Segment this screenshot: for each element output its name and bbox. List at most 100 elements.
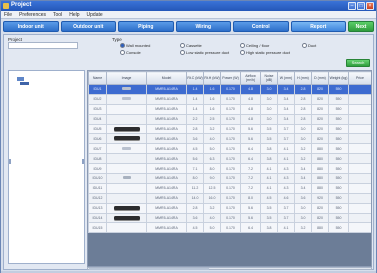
column-header[interactable]: Weight (kg) bbox=[328, 71, 349, 85]
tab-control[interactable]: Control bbox=[233, 21, 289, 32]
table-row[interactable]: IDU4 MMR5-A14RA 2.2 2.5 0.170 4.8 3.0 3.4 2.8 820… bbox=[88, 113, 371, 125]
table-cell: 1.6 bbox=[203, 84, 221, 95]
project-field[interactable] bbox=[8, 42, 78, 49]
table-cell: 0.170 bbox=[220, 222, 241, 234]
table-cell: 7.2 bbox=[240, 182, 261, 194]
table-row[interactable]: IDU11 MMR5-A14RA 11.2 12.5 0.170 7.2 4.1 4.3 3.4… bbox=[88, 182, 371, 194]
table-cell: 4.3 bbox=[277, 163, 295, 175]
tab-outdoor-unit[interactable]: Outdoor unit bbox=[60, 21, 116, 32]
table-cell: 550 bbox=[328, 163, 349, 175]
menu-preferences[interactable]: Preferences bbox=[19, 12, 46, 18]
unit-table: Name Image Model Rt.C (kW) Rt.H (kW) Power (W… bbox=[88, 71, 371, 234]
unit-image-icon bbox=[113, 136, 140, 141]
table-cell: 3.4 bbox=[277, 93, 295, 105]
tab-wiring[interactable]: Wiring bbox=[175, 21, 231, 32]
column-header[interactable]: D (mm) bbox=[311, 71, 329, 85]
unit-image-cell bbox=[106, 222, 147, 234]
project-tree[interactable] bbox=[8, 70, 85, 264]
table-cell: 3.0 bbox=[294, 202, 312, 214]
table-cell: 5.6 bbox=[240, 212, 261, 224]
table-row[interactable]: IDU13 MMR5-A14RA 2.8 3.2 0.170 5.6 3.5 3.7 3.0 82… bbox=[88, 202, 371, 214]
column-header[interactable]: Price bbox=[348, 71, 371, 85]
table-cell: 550 bbox=[328, 202, 349, 214]
table-row[interactable]: IDU12 MMR5-A14RA 14.0 16.0 0.170 8.0 4.5 4.6 3.6… bbox=[88, 192, 371, 204]
maximize-icon[interactable]: □ bbox=[357, 2, 365, 10]
table-row[interactable]: IDU2 MMR5-A14RA 1.4 1.6 0.170 4.8 3.0 3.4 2.8 820… bbox=[88, 93, 371, 105]
collapse-right-handle[interactable] bbox=[82, 159, 84, 164]
tab-indoor-unit[interactable]: Indoor unit bbox=[3, 21, 59, 32]
column-header[interactable]: Power (W) bbox=[220, 71, 241, 85]
column-header[interactable]: Model bbox=[146, 71, 187, 85]
tab-piping[interactable]: Piping bbox=[118, 21, 174, 32]
menu-file[interactable]: File bbox=[4, 12, 12, 18]
radio-cassette[interactable]: Cassette bbox=[180, 43, 202, 48]
system-icon[interactable] bbox=[17, 77, 33, 87]
table-cell: IDU14 bbox=[88, 212, 107, 224]
radio-low-static-duct[interactable]: Low static pressure duct bbox=[180, 50, 229, 55]
table-cell: 1.4 bbox=[186, 84, 204, 95]
table-row[interactable]: IDU6 MMR5-A14RA 3.6 4.0 0.170 5.6 3.5 3.7 3.0 820… bbox=[88, 133, 371, 145]
menu-update[interactable]: Update bbox=[87, 12, 103, 18]
next-button[interactable]: Next bbox=[348, 21, 374, 32]
unit-image-cell bbox=[106, 212, 147, 224]
table-row[interactable]: IDU3 MMR5-A14RA 1.4 1.6 0.170 4.8 3.0 3.4 2.8 820… bbox=[88, 103, 371, 115]
unit-image-cell bbox=[106, 113, 147, 125]
table-cell: MMR5-A14RA bbox=[146, 192, 187, 204]
table-cell: 4.0 bbox=[203, 133, 221, 145]
table-cell: 3.2 bbox=[294, 143, 312, 155]
column-header[interactable]: Name bbox=[88, 71, 107, 85]
column-header[interactable]: Noise (dB) bbox=[260, 71, 278, 85]
table-row[interactable]: IDU8 MMR5-A14RA 5.6 6.3 0.170 6.4 3.8 4.1 3.2 880… bbox=[88, 153, 371, 165]
unit-image-icon bbox=[122, 176, 131, 180]
table-row[interactable]: IDU1 MMR5-A14RA 1.4 1.6 0.170 4.8 3.0 3.4 2.8 820… bbox=[88, 84, 371, 95]
radio-console[interactable]: Console bbox=[120, 50, 141, 55]
table-cell: 820 bbox=[311, 93, 329, 105]
search-button[interactable]: Search bbox=[346, 59, 370, 67]
table-cell bbox=[348, 192, 371, 204]
unit-image-icon bbox=[113, 205, 140, 210]
table-cell: 3.7 bbox=[277, 133, 295, 145]
type-filter: Type Wall mounted Cassette Ceiling / flo… bbox=[112, 37, 372, 67]
table-row[interactable]: IDU9 MMR5-A14RA 7.1 8.0 0.170 7.2 4.1 4.3 3.4 880… bbox=[88, 163, 371, 175]
table-cell: 550 bbox=[328, 143, 349, 155]
radio-wall-mounted[interactable]: Wall mounted bbox=[120, 43, 150, 48]
unit-table-container: Name Image Model Rt.C (kW) Rt.H (kW) Power (W… bbox=[87, 70, 372, 267]
column-header[interactable]: W (mm) bbox=[277, 71, 295, 85]
table-cell: 3.5 bbox=[260, 202, 278, 214]
table-cell: IDU12 bbox=[88, 192, 107, 204]
column-header[interactable]: Image bbox=[106, 71, 147, 85]
menu-help[interactable]: Help bbox=[69, 12, 79, 18]
radio-ceiling-floor[interactable]: Ceiling / floor bbox=[240, 43, 269, 48]
table-cell: 5.6 bbox=[240, 133, 261, 145]
column-header[interactable]: Rt.C (kW) bbox=[186, 71, 204, 85]
collapse-left-handle[interactable] bbox=[9, 159, 11, 164]
table-cell: MMR5-A14RA bbox=[146, 93, 187, 105]
unit-image-cell bbox=[106, 192, 147, 204]
table-cell: 0.170 bbox=[220, 212, 241, 224]
table-cell: 2.8 bbox=[294, 93, 312, 105]
close-icon[interactable]: × bbox=[366, 2, 374, 10]
minimize-icon[interactable]: – bbox=[348, 2, 356, 10]
radio-duct[interactable]: Duct bbox=[302, 43, 316, 48]
table-cell: 2.8 bbox=[186, 123, 204, 135]
table-cell: 5.6 bbox=[186, 153, 204, 165]
column-header[interactable]: H (mm) bbox=[294, 71, 312, 85]
table-cell: 3.5 bbox=[260, 133, 278, 145]
radio-high-static-duct[interactable]: High static pressure duct bbox=[240, 50, 290, 55]
table-cell: IDU6 bbox=[88, 133, 107, 145]
table-cell: 2.8 bbox=[294, 113, 312, 125]
column-header[interactable]: Airflow (m³/h) bbox=[240, 71, 261, 85]
table-cell: IDU3 bbox=[88, 103, 107, 115]
horizontal-scrollbar[interactable] bbox=[87, 267, 372, 270]
table-row[interactable]: IDU5 MMR5-A14RA 2.8 3.2 0.170 5.6 3.5 3.7 3.0 820… bbox=[88, 123, 371, 135]
table-row[interactable]: IDU10 MMR5-A14RA 8.0 9.0 0.170 7.2 4.1 4.3 3.4 88… bbox=[88, 173, 371, 184]
table-row[interactable]: IDU15 MMR5-A14RA 4.5 5.0 0.170 6.4 3.8 4.1 3.2 88… bbox=[88, 222, 371, 234]
column-header[interactable]: Rt.H (kW) bbox=[203, 71, 221, 85]
tab-report[interactable]: Report bbox=[290, 21, 346, 32]
table-cell: 550 bbox=[328, 93, 349, 105]
table-row[interactable]: IDU14 MMR5-A14RA 3.6 4.0 0.170 5.6 3.5 3.7 3.0 82… bbox=[88, 212, 371, 224]
table-row[interactable]: IDU7 MMR5-A14RA 4.5 5.0 0.170 6.4 3.8 4.1 3.2 880… bbox=[88, 143, 371, 155]
menu-tool[interactable]: Tool bbox=[53, 12, 62, 18]
table-cell: 3.4 bbox=[277, 113, 295, 125]
table-cell: 550 bbox=[328, 133, 349, 145]
